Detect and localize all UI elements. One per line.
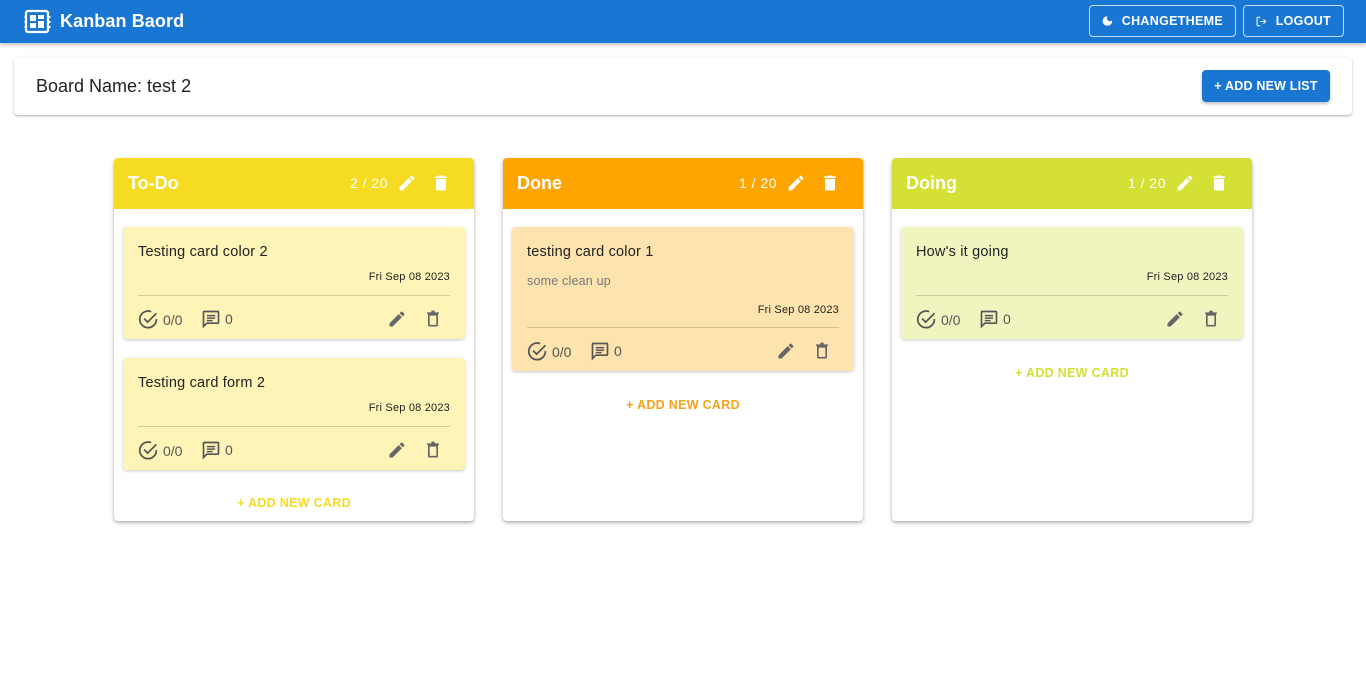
card-divider: [527, 327, 839, 328]
comment-count: 0: [1003, 311, 1011, 327]
comments-status: 0: [201, 309, 233, 329]
add-new-card-button[interactable]: + ADD NEW CARD: [892, 366, 1252, 380]
list-title: Doing: [906, 173, 957, 193]
add-new-card-button[interactable]: + ADD NEW CARD: [503, 398, 863, 412]
pencil-icon[interactable]: [1165, 309, 1185, 329]
card-date: Fri Sep 08 2023: [1146, 271, 1228, 283]
card[interactable]: Testing card form 2 Fri Sep 08 2023 0/0 …: [123, 358, 465, 470]
comment-icon: [202, 310, 220, 329]
change-theme-button[interactable]: CHANGETHEME: [1089, 5, 1236, 37]
list-card-count: 2 / 20: [349, 175, 388, 191]
pencil-icon[interactable]: [387, 440, 407, 460]
list-card-count: 1 / 20: [1127, 175, 1166, 191]
check-circle-icon: [527, 342, 547, 361]
checklist-status: 0/0: [138, 309, 182, 330]
card[interactable]: testing card color 1 some clean up Fri S…: [512, 227, 854, 371]
check-circle-icon: [138, 441, 158, 460]
card-date: Fri Sep 08 2023: [368, 271, 450, 283]
card-divider: [138, 295, 450, 296]
comments-status: 0: [979, 309, 1011, 329]
checklist-count: 0/0: [552, 343, 572, 360]
comments-status: 0: [201, 440, 233, 460]
comment-icon: [202, 441, 220, 460]
trash-icon[interactable]: [431, 173, 451, 193]
logout-button[interactable]: LOGOUT: [1243, 5, 1344, 37]
board-header: Board Name: test 2 + ADD NEW LIST: [14, 58, 1352, 115]
pencil-icon[interactable]: [387, 309, 407, 329]
card-title: Testing card color 2: [138, 244, 268, 260]
list-doing: Doing 1 / 20 How's it going Fri Sep 08 2…: [892, 158, 1252, 521]
check-circle-icon: [916, 310, 936, 329]
card-footer: 0/0 0: [138, 438, 450, 462]
dashboard-icon: [24, 9, 51, 34]
logout-icon: [1256, 16, 1267, 26]
trash-icon[interactable]: [423, 440, 443, 460]
comment-count: 0: [225, 311, 233, 327]
list-done: Done 1 / 20 testing card color 1 some cl…: [503, 158, 863, 521]
card-date: Fri Sep 08 2023: [368, 402, 450, 414]
card[interactable]: How's it going Fri Sep 08 2023 0/0 0: [901, 227, 1243, 339]
brand: Kanban Baord: [24, 9, 184, 34]
comment-count: 0: [614, 343, 622, 359]
list-title: Done: [517, 173, 562, 193]
pencil-icon[interactable]: [397, 173, 417, 193]
app-title: Kanban Baord: [60, 11, 185, 31]
pencil-icon[interactable]: [776, 341, 796, 361]
card-description: some clean up: [527, 274, 611, 288]
card-footer: 0/0 0: [138, 307, 450, 331]
comment-icon: [591, 342, 609, 361]
logout-label: LOGOUT: [1275, 14, 1331, 28]
card-title: How's it going: [916, 244, 1009, 260]
card[interactable]: Testing card color 2 Fri Sep 08 2023 0/0…: [123, 227, 465, 339]
app-bar: Kanban Baord CHANGETHEME LOGOUT: [0, 0, 1366, 43]
card-date: Fri Sep 08 2023: [757, 304, 839, 316]
comment-count: 0: [225, 442, 233, 458]
comment-icon: [980, 310, 998, 329]
trash-icon[interactable]: [820, 173, 840, 193]
trash-icon[interactable]: [1201, 309, 1221, 329]
card-divider: [138, 426, 450, 427]
board-name: Board Name: test 2: [36, 76, 192, 96]
checklist-status: 0/0: [527, 341, 571, 362]
list-title: To-Do: [128, 173, 179, 193]
checklist-count: 0/0: [941, 311, 961, 328]
pencil-icon[interactable]: [786, 173, 806, 193]
add-new-list-button[interactable]: + ADD NEW LIST: [1202, 70, 1330, 102]
list-header: Doing 1 / 20: [892, 158, 1252, 209]
checklist-count: 0/0: [163, 311, 183, 328]
list-todo: To-Do 2 / 20 Testing card color 2 Fri Se…: [114, 158, 474, 521]
card-divider: [916, 295, 1228, 296]
card-footer: 0/0 0: [916, 307, 1228, 331]
checklist-count: 0/0: [163, 442, 183, 459]
trash-icon[interactable]: [1209, 173, 1229, 193]
list-header: Done 1 / 20: [503, 158, 863, 209]
list-card-count: 1 / 20: [738, 175, 777, 191]
check-circle-icon: [138, 310, 158, 329]
checklist-status: 0/0: [916, 309, 960, 330]
add-new-card-button[interactable]: + ADD NEW CARD: [114, 496, 474, 510]
card-title: Testing card form 2: [138, 375, 266, 391]
change-theme-label: CHANGETHEME: [1121, 14, 1223, 28]
card-footer: 0/0 0: [527, 339, 839, 363]
moon-icon: [1102, 16, 1113, 26]
list-header: To-Do 2 / 20: [114, 158, 474, 209]
card-title: testing card color 1: [527, 244, 654, 260]
checklist-status: 0/0: [138, 440, 182, 461]
trash-icon[interactable]: [812, 341, 832, 361]
comments-status: 0: [590, 341, 622, 361]
pencil-icon[interactable]: [1175, 173, 1195, 193]
trash-icon[interactable]: [423, 309, 443, 329]
